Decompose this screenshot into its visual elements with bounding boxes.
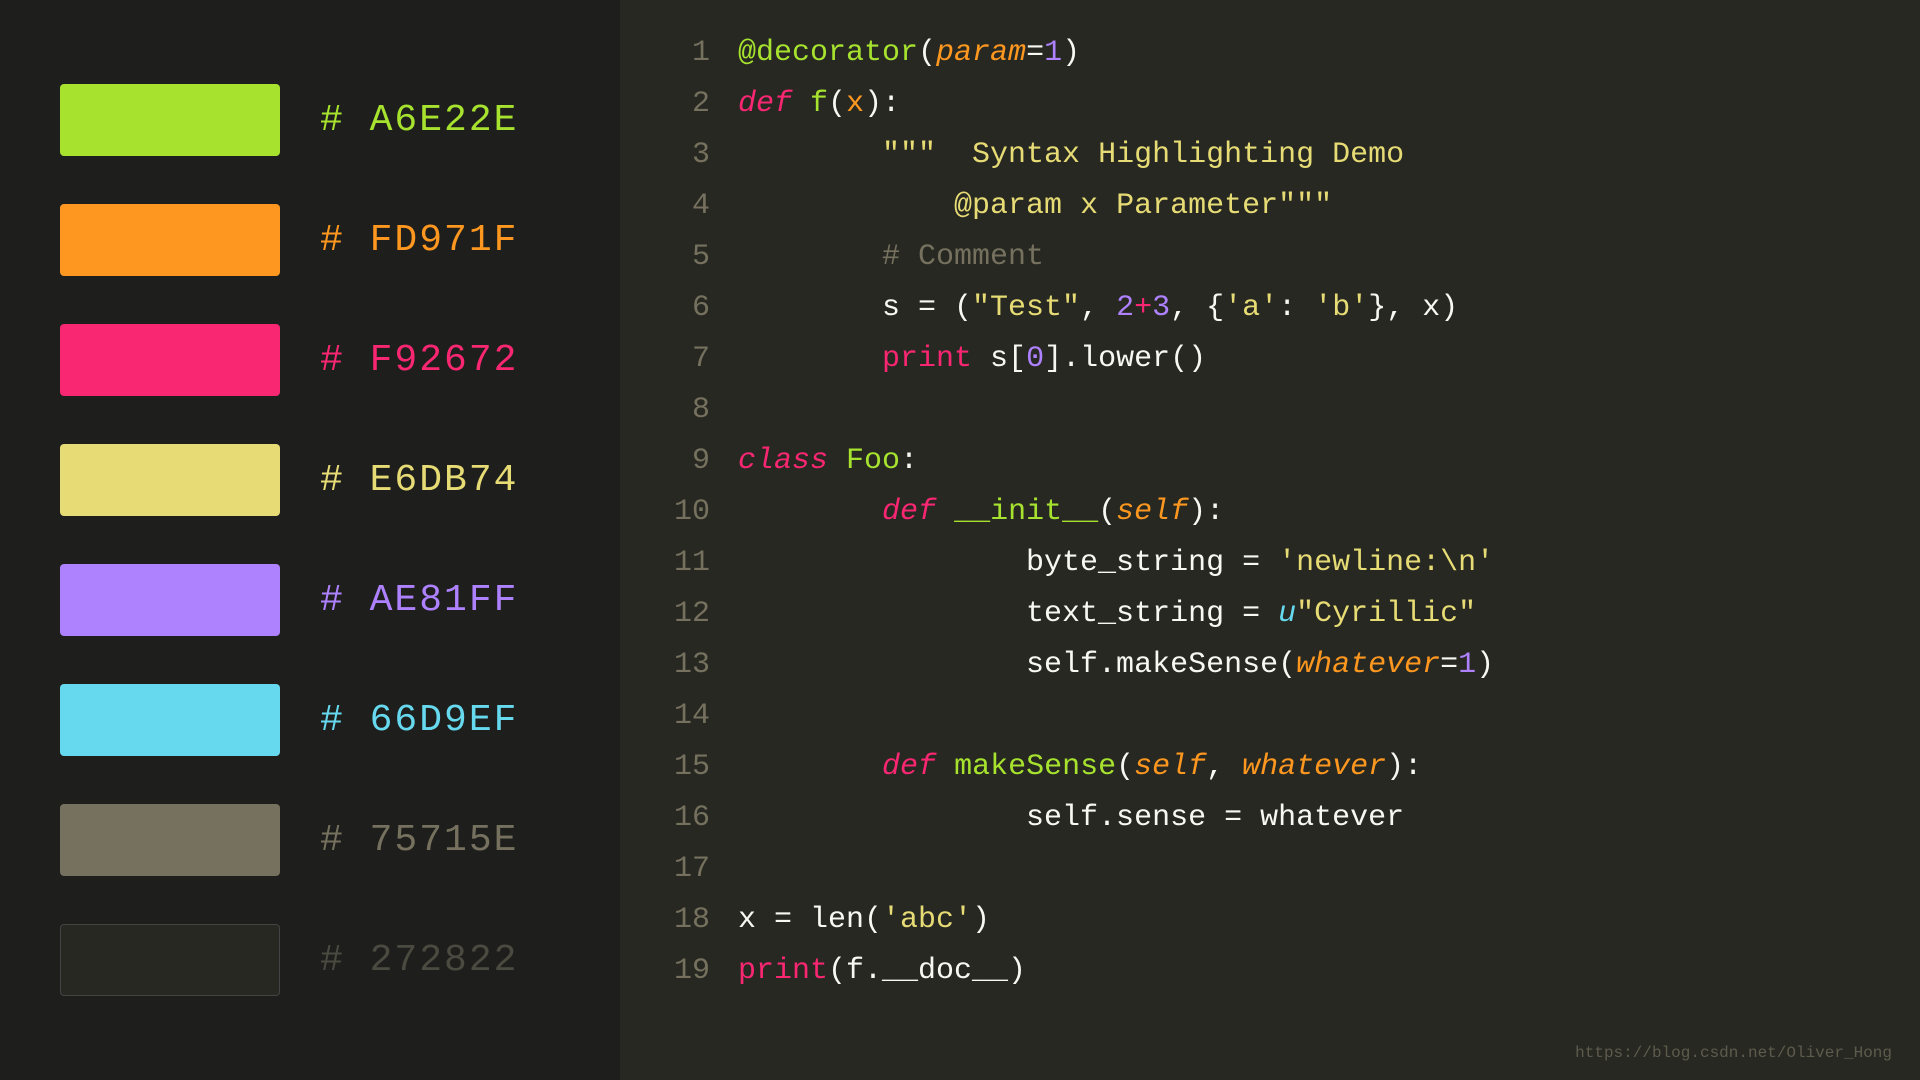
line-number-16: 16 [660, 793, 710, 844]
color-label-pink: # F92672 [320, 339, 518, 382]
line-number-3: 3 [660, 130, 710, 181]
color-row-purple: # AE81FF [60, 564, 560, 636]
line-number-8: 8 [660, 385, 710, 436]
code-editor-panel: 1 @decorator(param=1) 2 def f(x): 3 """ … [620, 0, 1920, 1080]
code-content-9: class Foo: [738, 436, 1880, 487]
swatch-orange [60, 204, 280, 276]
code-content-8 [738, 385, 1880, 436]
line-number-18: 18 [660, 895, 710, 946]
code-line-11: 11 byte_string = 'newline:\n' [660, 538, 1880, 589]
color-label-cyan: # 66D9EF [320, 699, 518, 742]
code-line-9: 9 class Foo: [660, 436, 1880, 487]
line-number-5: 5 [660, 232, 710, 283]
swatch-yellow [60, 444, 280, 516]
color-label-green: # A6E22E [320, 99, 518, 142]
color-palette-panel: # A6E22E # FD971F # F92672 # E6DB74 # AE… [0, 0, 620, 1080]
code-content-14 [738, 691, 1880, 742]
line-number-4: 4 [660, 181, 710, 232]
color-label-yellow: # E6DB74 [320, 459, 518, 502]
code-line-19: 19 print(f.__doc__) [660, 946, 1880, 997]
color-row-pink: # F92672 [60, 324, 560, 396]
line-number-9: 9 [660, 436, 710, 487]
color-row-taupe: # 75715E [60, 804, 560, 876]
swatch-dark [60, 924, 280, 996]
code-line-15: 15 def makeSense(self, whatever): [660, 742, 1880, 793]
line-number-7: 7 [660, 334, 710, 385]
code-content-16: self.sense = whatever [738, 793, 1880, 844]
line-number-19: 19 [660, 946, 710, 997]
code-line-4: 4 @param x Parameter""" [660, 181, 1880, 232]
code-block: 1 @decorator(param=1) 2 def f(x): 3 """ … [660, 28, 1880, 1052]
line-number-10: 10 [660, 487, 710, 538]
code-line-13: 13 self.makeSense(whatever=1) [660, 640, 1880, 691]
color-row-yellow: # E6DB74 [60, 444, 560, 516]
line-number-1: 1 [660, 28, 710, 79]
code-content-7: print s[0].lower() [738, 334, 1880, 385]
color-row-cyan: # 66D9EF [60, 684, 560, 756]
color-label-purple: # AE81FF [320, 579, 518, 622]
code-content-3: """ Syntax Highlighting Demo [738, 130, 1880, 181]
swatch-green [60, 84, 280, 156]
code-line-7: 7 print s[0].lower() [660, 334, 1880, 385]
code-line-6: 6 s = ("Test", 2+3, {'a': 'b'}, x) [660, 283, 1880, 334]
code-line-2: 2 def f(x): [660, 79, 1880, 130]
code-line-8: 8 [660, 385, 1880, 436]
color-row-green: # A6E22E [60, 84, 560, 156]
line-number-14: 14 [660, 691, 710, 742]
code-content-6: s = ("Test", 2+3, {'a': 'b'}, x) [738, 283, 1880, 334]
code-content-2: def f(x): [738, 79, 1880, 130]
code-line-12: 12 text_string = u"Cyrillic" [660, 589, 1880, 640]
line-number-2: 2 [660, 79, 710, 130]
swatch-pink [60, 324, 280, 396]
code-content-4: @param x Parameter""" [738, 181, 1880, 232]
code-line-5: 5 # Comment [660, 232, 1880, 283]
code-line-10: 10 def __init__(self): [660, 487, 1880, 538]
color-row-orange: # FD971F [60, 204, 560, 276]
code-line-18: 18 x = len('abc') [660, 895, 1880, 946]
swatch-taupe [60, 804, 280, 876]
line-number-12: 12 [660, 589, 710, 640]
code-line-1: 1 @decorator(param=1) [660, 28, 1880, 79]
line-number-13: 13 [660, 640, 710, 691]
line-number-17: 17 [660, 844, 710, 895]
code-content-1: @decorator(param=1) [738, 28, 1880, 79]
code-content-18: x = len('abc') [738, 895, 1880, 946]
code-content-10: def __init__(self): [738, 487, 1880, 538]
code-content-13: self.makeSense(whatever=1) [738, 640, 1880, 691]
color-label-taupe: # 75715E [320, 819, 518, 862]
code-content-17 [738, 844, 1880, 895]
code-content-19: print(f.__doc__) [738, 946, 1880, 997]
swatch-purple [60, 564, 280, 636]
line-number-11: 11 [660, 538, 710, 589]
swatch-cyan [60, 684, 280, 756]
code-line-14: 14 [660, 691, 1880, 742]
color-label-orange: # FD971F [320, 219, 518, 262]
code-line-16: 16 self.sense = whatever [660, 793, 1880, 844]
code-content-12: text_string = u"Cyrillic" [738, 589, 1880, 640]
watermark-text: https://blog.csdn.net/Oliver_Hong [1575, 1044, 1892, 1062]
code-content-15: def makeSense(self, whatever): [738, 742, 1880, 793]
code-line-3: 3 """ Syntax Highlighting Demo [660, 130, 1880, 181]
line-number-15: 15 [660, 742, 710, 793]
color-label-dark: # 272822 [320, 939, 518, 982]
color-row-dark: # 272822 [60, 924, 560, 996]
code-line-17: 17 [660, 844, 1880, 895]
code-content-11: byte_string = 'newline:\n' [738, 538, 1880, 589]
line-number-6: 6 [660, 283, 710, 334]
code-content-5: # Comment [738, 232, 1880, 283]
